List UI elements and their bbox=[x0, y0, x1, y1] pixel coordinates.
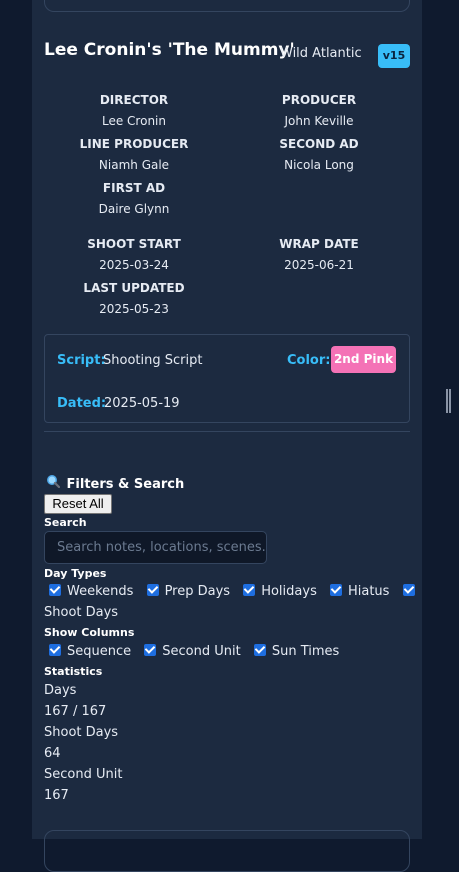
second-unit-checkbox[interactable] bbox=[144, 644, 157, 656]
color-label: Color: bbox=[287, 353, 331, 368]
date-label: SHOOT START bbox=[87, 237, 181, 251]
date-shoot-start: SHOOT START 2025-03-24 bbox=[59, 237, 209, 272]
day-types-label: Day Types bbox=[44, 567, 107, 580]
crew-label: SECOND AD bbox=[279, 137, 359, 151]
weekends-label: Weekends bbox=[67, 584, 134, 599]
stat-second-unit-value: 167 bbox=[44, 788, 69, 803]
crew-second-ad: SECOND AD Nicola Long bbox=[244, 137, 394, 172]
crew-value: Lee Cronin bbox=[102, 114, 166, 128]
stat-shoot-days-label: Shoot Days bbox=[44, 725, 119, 740]
crew-label: LINE PRODUCER bbox=[79, 137, 189, 151]
studio-name: Wild Atlantic bbox=[280, 46, 362, 61]
hiatus-label: Hiatus bbox=[347, 584, 390, 599]
date-value: 2025-05-23 bbox=[99, 302, 169, 316]
date-wrap: WRAP DATE 2025-06-21 bbox=[244, 237, 394, 272]
hiatus-checkbox[interactable] bbox=[329, 584, 342, 596]
day-types-checkboxes: Weekends Prep Days Holidays Hiatus bbox=[44, 584, 421, 599]
filters-title: Filters & Search bbox=[66, 477, 185, 492]
holidays-label: Holidays bbox=[261, 584, 317, 599]
script-color-badge: 2nd Pink bbox=[331, 346, 396, 373]
prep-days-label: Prep Days bbox=[164, 584, 231, 599]
dated-value: 2025-05-19 bbox=[104, 396, 180, 411]
stat-shoot-days-value: 64 bbox=[44, 746, 61, 761]
script-label: Script: bbox=[57, 353, 106, 368]
crew-label: FIRST AD bbox=[102, 181, 166, 195]
sequence-checkbox[interactable] bbox=[49, 644, 61, 656]
date-last-updated: LAST UPDATED 2025-05-23 bbox=[59, 281, 209, 316]
shoot-days-checkbox[interactable] bbox=[402, 584, 415, 596]
crew-label: DIRECTOR bbox=[99, 93, 169, 107]
magnifier-icon bbox=[46, 474, 62, 492]
script-value: Shooting Script bbox=[103, 353, 203, 368]
shoot-days-label: Shoot Days bbox=[44, 605, 119, 620]
version-badge: v15 bbox=[378, 44, 410, 68]
crew-director: DIRECTOR Lee Cronin bbox=[59, 93, 209, 128]
production-title: Lee Cronin's 'The Mummy' bbox=[44, 40, 295, 60]
date-label: LAST UPDATED bbox=[83, 281, 185, 295]
stat-days-label: Days bbox=[44, 683, 77, 698]
weekends-checkbox[interactable] bbox=[49, 584, 61, 596]
crew-value: Nicola Long bbox=[284, 158, 354, 172]
previous-card bbox=[44, 0, 410, 12]
crew-value: Niamh Gale bbox=[98, 158, 170, 172]
crew-value: Daire Glynn bbox=[98, 202, 170, 216]
crew-value: John Keville bbox=[284, 114, 354, 128]
date-label: WRAP DATE bbox=[279, 237, 359, 251]
crew-first-ad: FIRST AD Daire Glynn bbox=[59, 181, 209, 216]
date-value: 2025-03-24 bbox=[99, 258, 169, 272]
prep-days-checkbox[interactable] bbox=[146, 584, 159, 596]
statistics-label: Statistics bbox=[44, 665, 103, 678]
filters-heading: Filters & Search bbox=[46, 474, 184, 492]
sun-times-label: Sun Times bbox=[271, 644, 340, 659]
next-card bbox=[44, 830, 410, 872]
stat-second-unit-label: Second Unit bbox=[44, 767, 123, 782]
reset-all-button[interactable]: Reset All bbox=[44, 494, 112, 514]
sequence-label: Sequence bbox=[67, 644, 132, 659]
sun-times-checkbox[interactable] bbox=[253, 644, 266, 656]
second-unit-label: Second Unit bbox=[162, 644, 241, 659]
crew-producer: PRODUCER John Keville bbox=[244, 93, 394, 128]
search-label: Search bbox=[44, 516, 87, 529]
resize-handle[interactable] bbox=[446, 389, 452, 413]
crew-label: PRODUCER bbox=[281, 93, 357, 107]
crew-line-producer: LINE PRODUCER Niamh Gale bbox=[59, 137, 209, 172]
show-columns-label: Show Columns bbox=[44, 626, 135, 639]
holidays-checkbox[interactable] bbox=[243, 584, 256, 596]
date-value: 2025-06-21 bbox=[284, 258, 354, 272]
column-checkboxes: Sequence Second Unit Sun Times bbox=[44, 644, 339, 659]
stat-days-value: 167 / 167 bbox=[44, 704, 107, 719]
search-input[interactable]: Search notes, locations, scenes... bbox=[44, 531, 267, 564]
section-divider bbox=[44, 431, 410, 432]
dated-label: Dated: bbox=[57, 396, 107, 411]
